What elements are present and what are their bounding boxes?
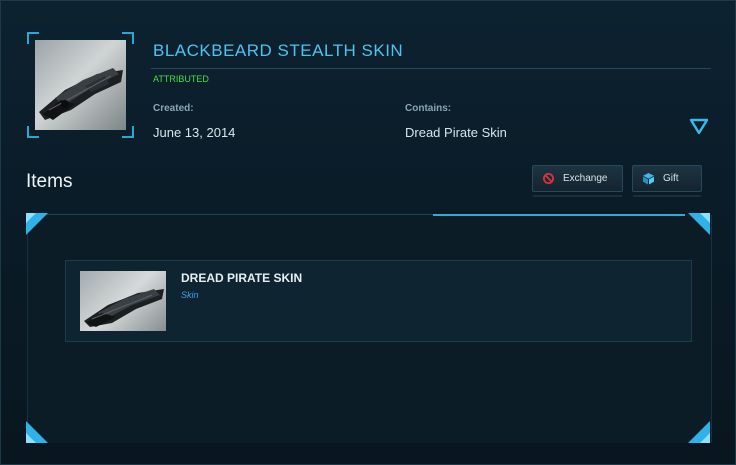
panel-top-border: [37, 214, 433, 215]
pledge-thumbnail: [27, 32, 134, 138]
no-symbol-icon: [542, 172, 555, 185]
contains-value: Dread Pirate Skin: [405, 125, 507, 140]
contains-label: Contains:: [405, 103, 452, 114]
item-name: DREAD PIRATE SKIN: [181, 271, 303, 285]
created-value: June 13, 2014: [153, 125, 236, 140]
pledge-window: BLACKBEARD STEALTH SKIN ATTRIBUTED Creat…: [0, 0, 736, 465]
items-heading: Items: [26, 171, 73, 192]
gift-button[interactable]: Gift: [632, 165, 702, 197]
exchange-button[interactable]: Exchange: [532, 165, 623, 197]
exchange-label: Exchange: [563, 173, 608, 184]
panel-corner-bottom-right: [688, 421, 710, 443]
status-badge: ATTRIBUTED: [153, 74, 209, 84]
panel-top-highlight: [433, 214, 685, 216]
pledge-title: BLACKBEARD STEALTH SKIN: [153, 41, 404, 60]
gift-box-icon: [642, 172, 655, 185]
panel-corner-top-right: [688, 213, 710, 235]
item-image: [80, 271, 166, 331]
ship-image: [35, 40, 126, 130]
list-item[interactable]: DREAD PIRATE SKIN Skin: [65, 260, 692, 342]
button-underline: [533, 195, 622, 197]
triangle-down-icon[interactable]: [689, 118, 709, 136]
panel-corner-top-left: [26, 213, 48, 235]
button-underline: [633, 195, 701, 197]
panel-corner-bottom-left: [26, 421, 48, 443]
item-type: Skin: [181, 290, 199, 300]
gift-label: Gift: [663, 173, 679, 184]
created-label: Created:: [153, 103, 194, 114]
title-divider: [151, 68, 711, 69]
